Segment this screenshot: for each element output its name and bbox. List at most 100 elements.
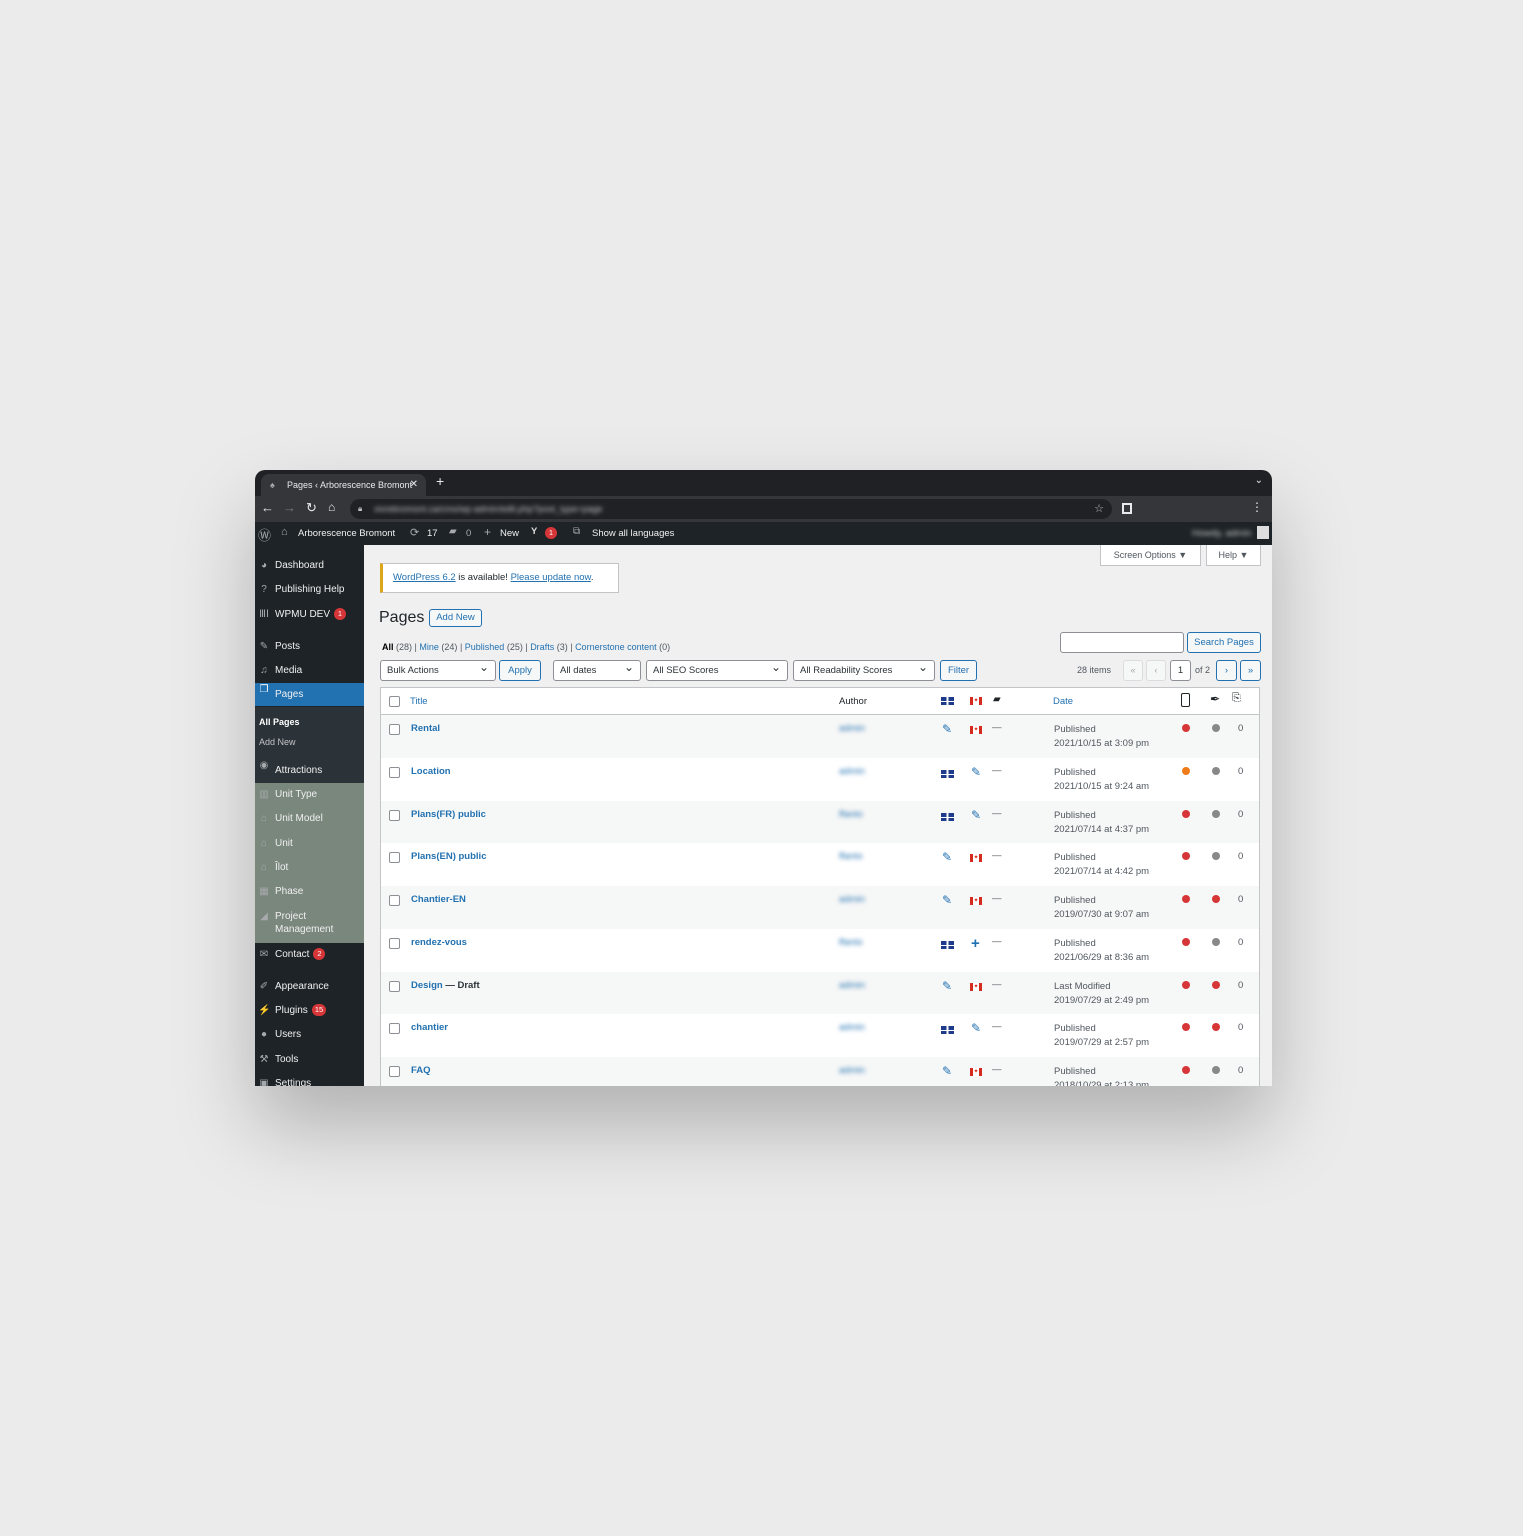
author-link[interactable]: ffanto: [839, 809, 863, 820]
menu-kebab-icon[interactable]: ⋮: [1251, 500, 1263, 514]
sidebar-item-users[interactable]: ● Users: [255, 1028, 364, 1042]
author-link[interactable]: ffanto: [839, 851, 863, 862]
view-mine[interactable]: Mine: [419, 642, 439, 652]
sidebar-item-unit-model[interactable]: ⌂ Unit Model: [255, 812, 364, 826]
title-column-header[interactable]: Title: [410, 696, 428, 707]
bookmark-star-icon[interactable]: ☆: [1094, 499, 1104, 519]
lang1-edit-pencil-icon[interactable]: ✎: [942, 979, 952, 993]
page-title-link[interactable]: Design: [411, 980, 443, 991]
site-name-link[interactable]: Arborescence Bromont: [298, 528, 395, 539]
submenu-all-pages[interactable]: All Pages: [259, 717, 300, 727]
howdy-user-link[interactable]: Howdy, admin: [1192, 528, 1252, 539]
page-title-link[interactable]: chantier: [411, 1022, 448, 1033]
sidebar-item-appearance[interactable]: ✐ Appearance: [255, 980, 364, 994]
author-link[interactable]: admin: [839, 894, 865, 905]
lang1-edit-pencil-icon[interactable]: ✎: [942, 850, 952, 864]
row-checkbox[interactable]: [389, 1066, 400, 1077]
author-link[interactable]: admin: [839, 980, 865, 991]
row-checkbox[interactable]: [389, 852, 400, 863]
page-title-link[interactable]: Rental: [411, 723, 440, 734]
sidebar-item-posts[interactable]: ✎ Posts: [255, 640, 364, 654]
browser-tab[interactable]: ♠ Pages ‹ Arborescence Bromont ✕: [261, 474, 426, 496]
current-page-input[interactable]: 1: [1170, 660, 1191, 681]
show-all-languages-link[interactable]: Show all languages: [592, 528, 674, 539]
view-cornerstone-content[interactable]: Cornerstone content: [575, 642, 657, 652]
dates-select[interactable]: All dates: [553, 657, 641, 681]
page-title-link[interactable]: Location: [411, 766, 451, 777]
page-title-link[interactable]: rendez-vous: [411, 937, 467, 948]
row-checkbox[interactable]: [389, 810, 400, 821]
lang2-canada-flag-icon[interactable]: ✦: [970, 897, 982, 905]
lang1-translations-icon[interactable]: [941, 813, 954, 821]
sidebar-item-media[interactable]: ♫ Media: [255, 664, 364, 678]
submenu-add-new[interactable]: Add New: [259, 737, 296, 747]
sidebar-item-tools[interactable]: ⚒ Tools: [255, 1053, 364, 1067]
help-button[interactable]: Help ▼: [1206, 545, 1261, 566]
forward-icon[interactable]: →: [283, 500, 296, 515]
row-checkbox[interactable]: [389, 724, 400, 735]
lang2-add-translation-icon[interactable]: +: [971, 935, 980, 952]
close-tab-icon[interactable]: ✕: [410, 474, 418, 496]
first-page-button[interactable]: «: [1123, 660, 1143, 681]
side-panel-icon[interactable]: [1122, 503, 1132, 514]
sidebar-item-phase[interactable]: ▦ Phase: [255, 885, 364, 899]
tab-list-chevron-icon[interactable]: ⌄: [1255, 475, 1263, 486]
view-published[interactable]: Published: [465, 642, 505, 652]
url-bar[interactable]: 🔒︎ vivrebromont.ca/cms/wp-admin/edit.php…: [350, 499, 1112, 519]
filter-button[interactable]: Filter: [940, 660, 977, 681]
date-column-header[interactable]: Date: [1053, 696, 1073, 707]
sidebar-item-project-management[interactable]: ◢ Project Management: [255, 910, 355, 936]
sidebar-item-plugins[interactable]: ⚡ Plugins 15: [255, 1004, 364, 1018]
lang2-edit-pencil-icon[interactable]: ✎: [971, 1021, 981, 1035]
avatar[interactable]: [1257, 526, 1269, 539]
sidebar-item-attractions[interactable]: ◉ Attractions: [255, 759, 364, 783]
sidebar-item-contact[interactable]: ✉ Contact 2: [255, 948, 364, 962]
page-title-link[interactable]: FAQ: [411, 1065, 431, 1076]
new-content-link[interactable]: New: [500, 528, 519, 539]
lang1-edit-pencil-icon[interactable]: ✎: [942, 893, 952, 907]
view-drafts[interactable]: Drafts: [530, 642, 554, 652]
readability-select[interactable]: All Readability Scores: [793, 657, 935, 681]
screen-options-button[interactable]: Screen Options ▼: [1100, 545, 1201, 566]
add-new-button[interactable]: Add New: [429, 609, 482, 627]
lang1-translations-icon[interactable]: [941, 941, 954, 949]
lang1-edit-pencil-icon[interactable]: ✎: [942, 1064, 952, 1078]
page-title-link[interactable]: Plans(FR) public: [411, 809, 486, 820]
page-title-link[interactable]: Chantier-EN: [411, 894, 466, 905]
row-checkbox[interactable]: [389, 895, 400, 906]
apply-button[interactable]: Apply: [499, 660, 541, 681]
lang2-canada-flag-icon[interactable]: ✦: [970, 983, 982, 991]
comments-count[interactable]: 0: [466, 528, 471, 539]
sidebar-item-unit[interactable]: ⌂ Unit: [255, 837, 364, 851]
search-pages-button[interactable]: Search Pages: [1187, 632, 1261, 653]
wordpress-logo-icon[interactable]: Ⓦ: [258, 525, 271, 544]
row-checkbox[interactable]: [389, 767, 400, 778]
sidebar-item-unit-type[interactable]: ▥ Unit Type: [255, 788, 364, 802]
author-link[interactable]: admin: [839, 1022, 865, 1033]
author-link[interactable]: admin: [839, 723, 865, 734]
home-icon[interactable]: ⌂: [328, 500, 335, 514]
sidebar-item-dashboard[interactable]: ◕ Dashboard: [255, 559, 364, 573]
seo-scores-select[interactable]: All SEO Scores: [646, 657, 788, 681]
lang2-edit-pencil-icon[interactable]: ✎: [971, 765, 981, 779]
author-link[interactable]: ffanto: [839, 937, 863, 948]
sidebar-item-publishing-help[interactable]: ? Publishing Help: [255, 583, 364, 597]
row-checkbox[interactable]: [389, 1023, 400, 1034]
update-now-link[interactable]: Please update now: [511, 572, 591, 583]
back-icon[interactable]: ←: [261, 500, 274, 515]
search-input[interactable]: [1060, 632, 1184, 653]
lang2-edit-pencil-icon[interactable]: ✎: [971, 808, 981, 822]
yoast-icon[interactable]: Y: [531, 526, 537, 537]
prev-page-button[interactable]: ‹: [1146, 660, 1166, 681]
reload-icon[interactable]: ↻: [306, 500, 317, 516]
wordpress-version-link[interactable]: WordPress 6.2: [393, 572, 456, 583]
author-link[interactable]: admin: [839, 766, 865, 777]
sidebar-item--lot[interactable]: ⌂ Îlot: [255, 861, 364, 875]
lang2-canada-flag-icon[interactable]: ✦: [970, 854, 982, 862]
row-checkbox[interactable]: [389, 938, 400, 949]
sidebar-item-settings[interactable]: ▣ Settings: [255, 1077, 364, 1086]
lang1-translations-icon[interactable]: [941, 770, 954, 778]
lang1-edit-pencil-icon[interactable]: ✎: [942, 722, 952, 736]
row-checkbox[interactable]: [389, 981, 400, 992]
lang2-canada-flag-icon[interactable]: ✦: [970, 1068, 982, 1076]
